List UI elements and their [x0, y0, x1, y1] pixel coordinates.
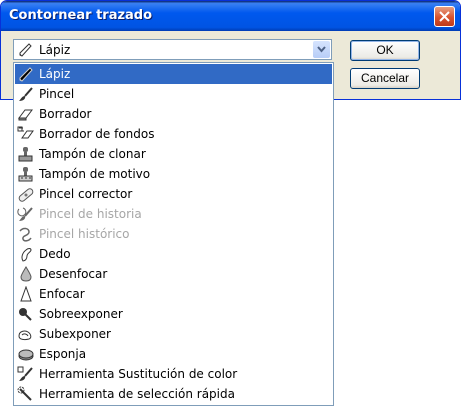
- list-item-label: Herramienta de selección rápida: [39, 387, 235, 401]
- tool-select-value: Lápiz: [39, 43, 71, 57]
- list-item[interactable]: Tampón de clonar: [15, 144, 332, 164]
- close-button[interactable]: [434, 6, 455, 27]
- list-item-label: Desenfocar: [39, 267, 108, 281]
- tool-select[interactable]: Lápiz: [13, 39, 332, 60]
- title-bar[interactable]: Contornear trazado: [1, 1, 460, 31]
- list-item[interactable]: Pincel de historia: [15, 204, 332, 224]
- list-item[interactable]: Pincel histórico: [15, 224, 332, 244]
- list-item[interactable]: Tampón de motivo: [15, 164, 332, 184]
- list-item[interactable]: Borrador de fondos: [15, 124, 332, 144]
- list-item-label: Sobreexponer: [39, 307, 123, 321]
- close-icon: [439, 11, 450, 22]
- dodge-icon: [17, 306, 35, 322]
- list-item-label: Subexponer: [39, 327, 111, 341]
- list-item[interactable]: Lápiz: [15, 64, 332, 84]
- list-item[interactable]: Esponja: [15, 344, 332, 364]
- list-item-label: Pincel histórico: [39, 227, 130, 241]
- list-item-label: Tampón de motivo: [39, 167, 151, 181]
- list-item-label: Dedo: [39, 247, 71, 261]
- healing-brush-icon: [17, 186, 35, 202]
- list-item[interactable]: Desenfocar: [15, 264, 332, 284]
- list-item[interactable]: Herramienta de selección rápida: [15, 384, 332, 404]
- list-item-label: Enfocar: [39, 287, 85, 301]
- list-item[interactable]: Dedo: [15, 244, 332, 264]
- list-item-label: Borrador de fondos: [39, 127, 155, 141]
- art-history-brush-icon: [17, 226, 35, 242]
- chevron-down-icon: [317, 46, 326, 53]
- list-item[interactable]: Pincel: [15, 84, 332, 104]
- pattern-stamp-icon: [17, 166, 35, 182]
- background-eraser-icon: [17, 126, 35, 142]
- list-item[interactable]: Enfocar: [15, 284, 332, 304]
- dropdown-arrow[interactable]: [313, 41, 330, 58]
- window-title: Contornear trazado: [9, 8, 153, 23]
- ok-button[interactable]: OK: [350, 40, 420, 61]
- list-item-label: Esponja: [39, 347, 87, 361]
- list-item-label: Pincel de historia: [39, 207, 142, 221]
- pencil-icon: [17, 66, 35, 82]
- sharpen-icon: [17, 285, 35, 302]
- list-item-label: Herramienta Sustitución de color: [39, 367, 238, 381]
- tool-dropdown-list[interactable]: Lápiz Pincel Borrador Borrador de fondos Tam…: [13, 62, 334, 406]
- brush-icon: [17, 86, 35, 102]
- history-brush-icon: [17, 206, 35, 222]
- clone-stamp-icon: [17, 146, 35, 162]
- list-item[interactable]: Pincel corrector: [15, 184, 332, 204]
- list-item-label: Pincel corrector: [39, 187, 133, 201]
- list-item[interactable]: Sobreexponer: [15, 304, 332, 324]
- list-item-label: Pincel: [39, 87, 75, 101]
- pencil-icon: [17, 42, 33, 61]
- burn-icon: [17, 326, 35, 342]
- list-item[interactable]: Subexponer: [15, 324, 332, 344]
- sponge-icon: [17, 346, 35, 362]
- color-replacement-icon: [17, 366, 35, 382]
- cancel-button[interactable]: Cancelar: [350, 68, 420, 89]
- eraser-icon: [17, 106, 35, 122]
- list-item-label: Lápiz: [39, 67, 71, 81]
- list-item[interactable]: Borrador: [15, 104, 332, 124]
- list-item-label: Borrador: [39, 107, 92, 121]
- blur-icon: [17, 266, 35, 282]
- list-item[interactable]: Herramienta Sustitución de color: [15, 364, 332, 384]
- smudge-icon: [17, 246, 35, 262]
- quick-selection-icon: [17, 386, 35, 402]
- list-item-label: Tampón de clonar: [39, 147, 146, 161]
